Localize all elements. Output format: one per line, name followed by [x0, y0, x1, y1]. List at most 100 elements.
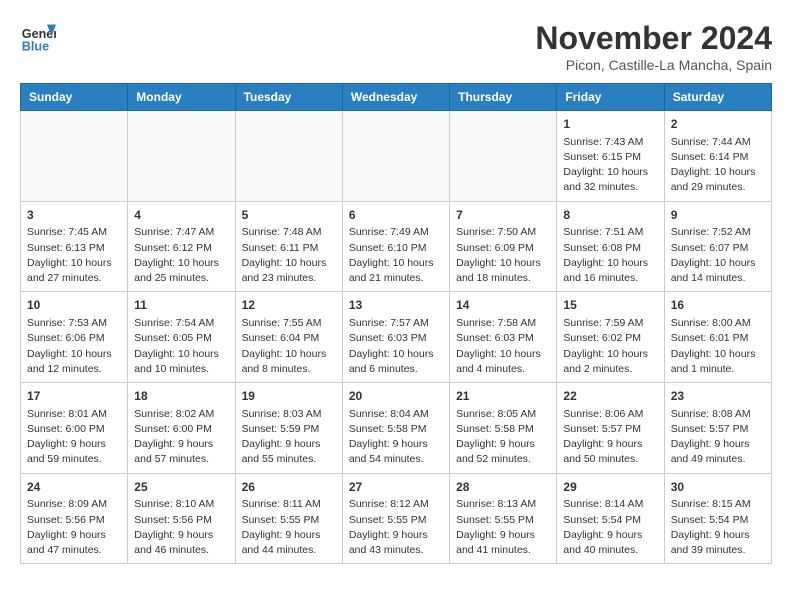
calendar-cell: 23 Sunrise: 8:08 AM Sunset: 5:57 PM Dayli…	[664, 383, 771, 474]
calendar-table: SundayMondayTuesdayWednesdayThursdayFrid…	[20, 83, 772, 564]
calendar-cell: 20 Sunrise: 8:04 AM Sunset: 5:58 PM Dayli…	[342, 383, 449, 474]
day-number: 13	[349, 297, 443, 314]
calendar-cell	[128, 111, 235, 202]
week-row-1: 3Sunrise: 7:45 AM Sunset: 6:13 PM Daylig…	[21, 201, 772, 292]
day-info: Sunrise: 8:10 AM Sunset: 5:56 PM Dayligh…	[134, 497, 228, 558]
logo: General Blue	[20, 20, 56, 56]
day-number: 27	[349, 479, 443, 496]
calendar-cell: 25Sunrise: 8:10 AM Sunset: 5:56 PM Dayli…	[128, 473, 235, 564]
calendar-cell	[342, 111, 449, 202]
day-info: Sunrise: 8:12 AM Sunset: 5:55 PM Dayligh…	[349, 497, 443, 558]
day-info: Sunrise: 7:59 AM Sunset: 6:02 PM Dayligh…	[563, 316, 657, 377]
day-number: 5	[242, 207, 336, 224]
day-number: 7	[456, 207, 550, 224]
calendar-cell: 16 Sunrise: 8:00 AM Sunset: 6:01 PM Dayli…	[664, 292, 771, 383]
day-info: Sunrise: 7:49 AM Sunset: 6:10 PM Dayligh…	[349, 225, 443, 286]
day-info: Sunrise: 8:04 AM Sunset: 5:58 PM Dayligh…	[349, 407, 443, 468]
day-info: Sunrise: 8:11 AM Sunset: 5:55 PM Dayligh…	[242, 497, 336, 558]
day-number: 29	[563, 479, 657, 496]
day-number: 20	[349, 388, 443, 405]
day-number: 21	[456, 388, 550, 405]
weekday-header-saturday: Saturday	[664, 84, 771, 111]
day-number: 10	[27, 297, 121, 314]
calendar-cell: 13 Sunrise: 7:57 AM Sunset: 6:03 PM Dayli…	[342, 292, 449, 383]
calendar-cell: 2 Sunrise: 7:44 AM Sunset: 6:14 PM Daylig…	[664, 111, 771, 202]
calendar-cell: 7Sunrise: 7:50 AM Sunset: 6:09 PM Daylig…	[450, 201, 557, 292]
day-info: Sunrise: 8:05 AM Sunset: 5:58 PM Dayligh…	[456, 407, 550, 468]
day-info: Sunrise: 8:13 AM Sunset: 5:55 PM Dayligh…	[456, 497, 550, 558]
day-info: Sunrise: 7:51 AM Sunset: 6:08 PM Dayligh…	[563, 225, 657, 286]
day-info: Sunrise: 8:08 AM Sunset: 5:57 PM Dayligh…	[671, 407, 765, 468]
logo-icon: General Blue	[20, 20, 56, 56]
calendar-cell: 28Sunrise: 8:13 AM Sunset: 5:55 PM Dayli…	[450, 473, 557, 564]
calendar-cell: 12 Sunrise: 7:55 AM Sunset: 6:04 PM Dayli…	[235, 292, 342, 383]
day-info: Sunrise: 8:15 AM Sunset: 5:54 PM Dayligh…	[671, 497, 765, 558]
day-info: Sunrise: 7:45 AM Sunset: 6:13 PM Dayligh…	[27, 225, 121, 286]
week-row-2: 10 Sunrise: 7:53 AM Sunset: 6:06 PM Dayli…	[21, 292, 772, 383]
day-info: Sunrise: 7:47 AM Sunset: 6:12 PM Dayligh…	[134, 225, 228, 286]
month-title: November 2024	[535, 20, 772, 57]
day-info: Sunrise: 8:02 AM Sunset: 6:00 PM Dayligh…	[134, 407, 228, 468]
day-number: 18	[134, 388, 228, 405]
day-number: 8	[563, 207, 657, 224]
day-info: Sunrise: 7:57 AM Sunset: 6:03 PM Dayligh…	[349, 316, 443, 377]
day-info: Sunrise: 7:54 AM Sunset: 6:05 PM Dayligh…	[134, 316, 228, 377]
calendar-cell: 22 Sunrise: 8:06 AM Sunset: 5:57 PM Dayli…	[557, 383, 664, 474]
day-number: 3	[27, 207, 121, 224]
day-info: Sunrise: 7:50 AM Sunset: 6:09 PM Dayligh…	[456, 225, 550, 286]
calendar-cell	[450, 111, 557, 202]
calendar-cell: 14Sunrise: 7:58 AM Sunset: 6:03 PM Dayli…	[450, 292, 557, 383]
day-info: Sunrise: 7:44 AM Sunset: 6:14 PM Dayligh…	[671, 135, 765, 196]
calendar-cell: 19Sunrise: 8:03 AM Sunset: 5:59 PM Dayli…	[235, 383, 342, 474]
calendar-cell: 5Sunrise: 7:48 AM Sunset: 6:11 PM Daylig…	[235, 201, 342, 292]
calendar-cell: 17Sunrise: 8:01 AM Sunset: 6:00 PM Dayli…	[21, 383, 128, 474]
calendar-cell: 21 Sunrise: 8:05 AM Sunset: 5:58 PM Dayli…	[450, 383, 557, 474]
day-info: Sunrise: 7:43 AM Sunset: 6:15 PM Dayligh…	[563, 135, 657, 196]
day-number: 19	[242, 388, 336, 405]
weekday-header-tuesday: Tuesday	[235, 84, 342, 111]
title-area: November 2024 Picon, Castille-La Mancha,…	[535, 20, 772, 73]
calendar-cell	[21, 111, 128, 202]
weekday-header-thursday: Thursday	[450, 84, 557, 111]
weekday-header-monday: Monday	[128, 84, 235, 111]
day-info: Sunrise: 8:14 AM Sunset: 5:54 PM Dayligh…	[563, 497, 657, 558]
day-info: Sunrise: 7:53 AM Sunset: 6:06 PM Dayligh…	[27, 316, 121, 377]
day-number: 9	[671, 207, 765, 224]
calendar-cell: 24Sunrise: 8:09 AM Sunset: 5:56 PM Dayli…	[21, 473, 128, 564]
calendar-cell: 10 Sunrise: 7:53 AM Sunset: 6:06 PM Dayli…	[21, 292, 128, 383]
day-number: 15	[563, 297, 657, 314]
day-info: Sunrise: 7:58 AM Sunset: 6:03 PM Dayligh…	[456, 316, 550, 377]
day-info: Sunrise: 7:48 AM Sunset: 6:11 PM Dayligh…	[242, 225, 336, 286]
calendar-cell: 27Sunrise: 8:12 AM Sunset: 5:55 PM Dayli…	[342, 473, 449, 564]
day-info: Sunrise: 7:55 AM Sunset: 6:04 PM Dayligh…	[242, 316, 336, 377]
day-number: 22	[563, 388, 657, 405]
day-info: Sunrise: 8:00 AM Sunset: 6:01 PM Dayligh…	[671, 316, 765, 377]
calendar-cell: 18 Sunrise: 8:02 AM Sunset: 6:00 PM Dayli…	[128, 383, 235, 474]
day-info: Sunrise: 8:06 AM Sunset: 5:57 PM Dayligh…	[563, 407, 657, 468]
calendar-cell: 9Sunrise: 7:52 AM Sunset: 6:07 PM Daylig…	[664, 201, 771, 292]
day-info: Sunrise: 8:09 AM Sunset: 5:56 PM Dayligh…	[27, 497, 121, 558]
calendar-cell: 6Sunrise: 7:49 AM Sunset: 6:10 PM Daylig…	[342, 201, 449, 292]
day-number: 12	[242, 297, 336, 314]
week-row-3: 17Sunrise: 8:01 AM Sunset: 6:00 PM Dayli…	[21, 383, 772, 474]
calendar-cell	[235, 111, 342, 202]
weekday-header-row: SundayMondayTuesdayWednesdayThursdayFrid…	[21, 84, 772, 111]
calendar-cell: 4Sunrise: 7:47 AM Sunset: 6:12 PM Daylig…	[128, 201, 235, 292]
day-info: Sunrise: 8:01 AM Sunset: 6:00 PM Dayligh…	[27, 407, 121, 468]
weekday-header-sunday: Sunday	[21, 84, 128, 111]
day-number: 1	[563, 116, 657, 133]
day-number: 24	[27, 479, 121, 496]
calendar-cell: 11Sunrise: 7:54 AM Sunset: 6:05 PM Dayli…	[128, 292, 235, 383]
calendar-cell: 8Sunrise: 7:51 AM Sunset: 6:08 PM Daylig…	[557, 201, 664, 292]
day-number: 30	[671, 479, 765, 496]
day-number: 16	[671, 297, 765, 314]
calendar-cell: 15 Sunrise: 7:59 AM Sunset: 6:02 PM Dayli…	[557, 292, 664, 383]
day-number: 25	[134, 479, 228, 496]
day-number: 26	[242, 479, 336, 496]
week-row-4: 24Sunrise: 8:09 AM Sunset: 5:56 PM Dayli…	[21, 473, 772, 564]
calendar-cell: 30Sunrise: 8:15 AM Sunset: 5:54 PM Dayli…	[664, 473, 771, 564]
day-number: 2	[671, 116, 765, 133]
day-number: 4	[134, 207, 228, 224]
day-number: 23	[671, 388, 765, 405]
week-row-0: 1 Sunrise: 7:43 AM Sunset: 6:15 PM Daylig…	[21, 111, 772, 202]
